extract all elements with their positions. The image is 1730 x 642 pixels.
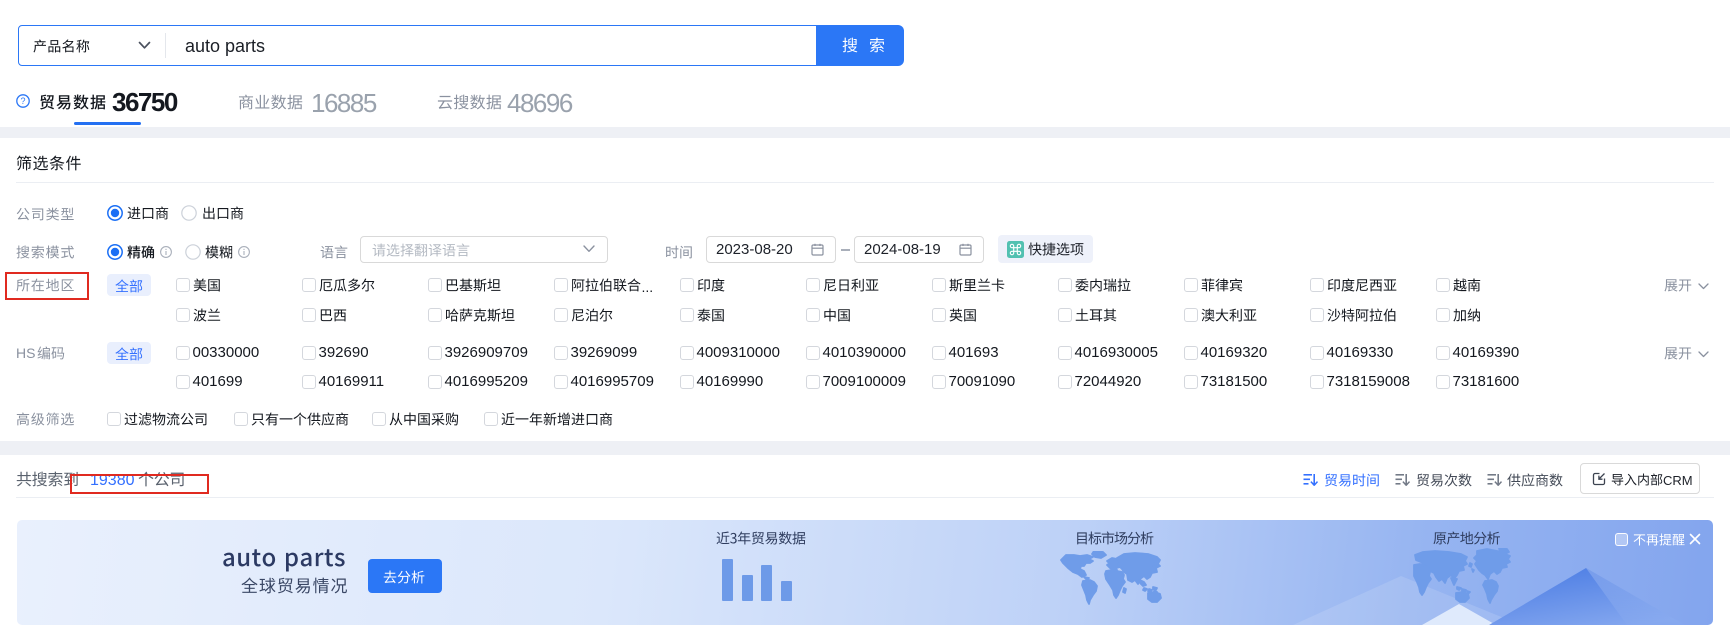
svg-text:?: ? [20, 96, 25, 106]
